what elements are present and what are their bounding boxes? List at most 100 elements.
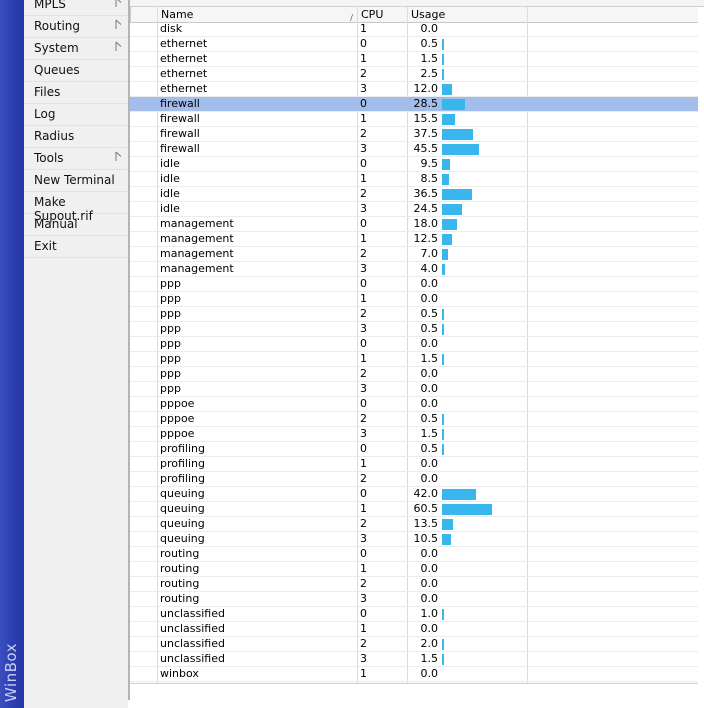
table-row[interactable]: ppp 0 0.0 bbox=[130, 337, 698, 352]
table-row[interactable]: ethernet 2 2.5 bbox=[130, 67, 698, 82]
table-row[interactable]: pppoe 2 0.5 bbox=[130, 412, 698, 427]
cell-name: ethernet bbox=[160, 37, 208, 50]
cell-cpu: 1 bbox=[360, 352, 367, 365]
menu-item-mpls[interactable]: MPLS bbox=[24, 0, 128, 16]
table-row[interactable]: ppp 3 0.5 bbox=[130, 322, 698, 337]
cell-usage: 0.0 bbox=[420, 622, 439, 635]
table-row[interactable]: idle 2 36.5 bbox=[130, 187, 698, 202]
menu-item-new-terminal[interactable]: New Terminal bbox=[24, 170, 128, 192]
header-extra-cell[interactable] bbox=[527, 7, 698, 22]
table-row[interactable]: winbox 1 0.0 bbox=[130, 667, 698, 682]
cell-cpu: 2 bbox=[360, 67, 367, 80]
cell-usage: 0.0 bbox=[420, 667, 439, 680]
usage-bar bbox=[442, 519, 453, 530]
table-row[interactable]: unclassified 2 2.0 bbox=[130, 637, 698, 652]
table-row[interactable]: unclassified 1 0.0 bbox=[130, 622, 698, 637]
table-row[interactable]: queuing 3 10.5 bbox=[130, 532, 698, 547]
menu-item-system[interactable]: System bbox=[24, 38, 128, 60]
submenu-arrow-icon bbox=[115, 41, 122, 51]
menu-item-label: Log bbox=[34, 107, 56, 121]
table-row[interactable]: profiling 0 0.5 bbox=[130, 442, 698, 457]
menu-item-files[interactable]: Files bbox=[24, 82, 128, 104]
cell-name: queuing bbox=[160, 502, 205, 515]
usage-bar bbox=[442, 174, 449, 185]
table-row[interactable]: unclassified 3 1.5 bbox=[130, 652, 698, 667]
cell-usage: 2.5 bbox=[420, 67, 439, 80]
header-name[interactable]: Name ∕ bbox=[157, 7, 357, 22]
table-row[interactable]: idle 3 24.5 bbox=[130, 202, 698, 217]
menu-item-make-supout-rif[interactable]: Make Supout.rif bbox=[24, 192, 128, 223]
table-row[interactable]: management 3 4.0 bbox=[130, 262, 698, 277]
cell-usage: 24.5 bbox=[413, 202, 439, 215]
table-row[interactable]: ethernet 0 0.5 bbox=[130, 37, 698, 52]
usage-bar bbox=[442, 249, 448, 260]
cell-usage: 9.5 bbox=[420, 157, 439, 170]
cell-name: firewall bbox=[160, 127, 200, 140]
table-row[interactable]: routing 2 0.0 bbox=[130, 577, 698, 592]
table-row[interactable]: idle 1 8.5 bbox=[130, 172, 698, 187]
table-row[interactable]: profiling 2 0.0 bbox=[130, 472, 698, 487]
table-row[interactable]: management 0 18.0 bbox=[130, 217, 698, 232]
usage-bar bbox=[442, 609, 444, 620]
cell-cpu: 0 bbox=[360, 337, 367, 350]
menu-item-manual[interactable]: Manual bbox=[24, 214, 128, 236]
table-header: Name ∕ CPU Usage bbox=[130, 7, 698, 23]
menu-item-exit[interactable]: Exit bbox=[24, 236, 128, 258]
header-usage[interactable]: Usage bbox=[407, 7, 527, 22]
table-row[interactable]: unclassified 0 1.0 bbox=[130, 607, 698, 622]
cell-name: idle bbox=[160, 202, 180, 215]
table-row[interactable]: pppoe 3 1.5 bbox=[130, 427, 698, 442]
table-row[interactable]: management 1 12.5 bbox=[130, 232, 698, 247]
cell-cpu: 3 bbox=[360, 532, 367, 545]
table-row[interactable]: firewall 1 15.5 bbox=[130, 112, 698, 127]
table-row[interactable]: firewall 2 37.5 bbox=[130, 127, 698, 142]
usage-bar bbox=[442, 654, 444, 665]
side-menu: MPLS Routing System Queues Files Log Radius Too… bbox=[24, 0, 128, 708]
table-row[interactable]: ppp 0 0.0 bbox=[130, 277, 698, 292]
table-row[interactable]: queuing 2 13.5 bbox=[130, 517, 698, 532]
table-row[interactable]: firewall 3 45.5 bbox=[130, 142, 698, 157]
table-row[interactable]: pppoe 0 0.0 bbox=[130, 397, 698, 412]
table-row[interactable]: ppp 1 1.5 bbox=[130, 352, 698, 367]
table-row[interactable]: ethernet 1 1.5 bbox=[130, 52, 698, 67]
header-blank-cell[interactable] bbox=[130, 7, 157, 22]
table-row[interactable]: queuing 1 60.5 bbox=[130, 502, 698, 517]
table-row[interactable]: idle 0 9.5 bbox=[130, 157, 698, 172]
cell-cpu: 0 bbox=[360, 157, 367, 170]
menu-item-log[interactable]: Log bbox=[24, 104, 128, 126]
cell-usage: 1.5 bbox=[420, 52, 439, 65]
cell-cpu: 1 bbox=[360, 22, 367, 35]
cell-usage: 45.5 bbox=[413, 142, 439, 155]
cell-name: disk bbox=[160, 22, 183, 35]
table-row[interactable]: disk 1 0.0 bbox=[130, 22, 698, 37]
table-row[interactable]: profiling 1 0.0 bbox=[130, 457, 698, 472]
table-row[interactable]: queuing 0 42.0 bbox=[130, 487, 698, 502]
cell-usage: 7.0 bbox=[420, 247, 439, 260]
table-row[interactable]: firewall 0 28.5 bbox=[130, 97, 698, 112]
cell-usage: 0.0 bbox=[420, 457, 439, 470]
table-row[interactable]: ethernet 3 12.0 bbox=[130, 82, 698, 97]
cell-cpu: 3 bbox=[360, 142, 367, 155]
cell-name: routing bbox=[160, 547, 200, 560]
table-row[interactable]: routing 0 0.0 bbox=[130, 547, 698, 562]
cell-name: ppp bbox=[160, 382, 181, 395]
menu-item-routing[interactable]: Routing bbox=[24, 16, 128, 38]
table-row[interactable]: management 2 7.0 bbox=[130, 247, 698, 262]
usage-bar bbox=[442, 159, 450, 170]
menu-item-tools[interactable]: Tools bbox=[24, 148, 128, 170]
cell-cpu: 1 bbox=[360, 52, 367, 65]
cell-name: profiling bbox=[160, 442, 205, 455]
table-row[interactable]: routing 3 0.0 bbox=[130, 592, 698, 607]
cell-cpu: 1 bbox=[360, 292, 367, 305]
menu-item-radius[interactable]: Radius bbox=[24, 126, 128, 148]
menu-item-queues[interactable]: Queues bbox=[24, 60, 128, 82]
cell-usage: 0.0 bbox=[420, 22, 439, 35]
cell-cpu: 0 bbox=[360, 607, 367, 620]
menu-item-label: Manual bbox=[34, 217, 78, 231]
table-row[interactable]: ppp 3 0.0 bbox=[130, 382, 698, 397]
header-cpu[interactable]: CPU bbox=[357, 7, 407, 22]
table-row[interactable]: ppp 1 0.0 bbox=[130, 292, 698, 307]
table-row[interactable]: routing 1 0.0 bbox=[130, 562, 698, 577]
table-row[interactable]: ppp 2 0.5 bbox=[130, 307, 698, 322]
table-row[interactable]: ppp 2 0.0 bbox=[130, 367, 698, 382]
